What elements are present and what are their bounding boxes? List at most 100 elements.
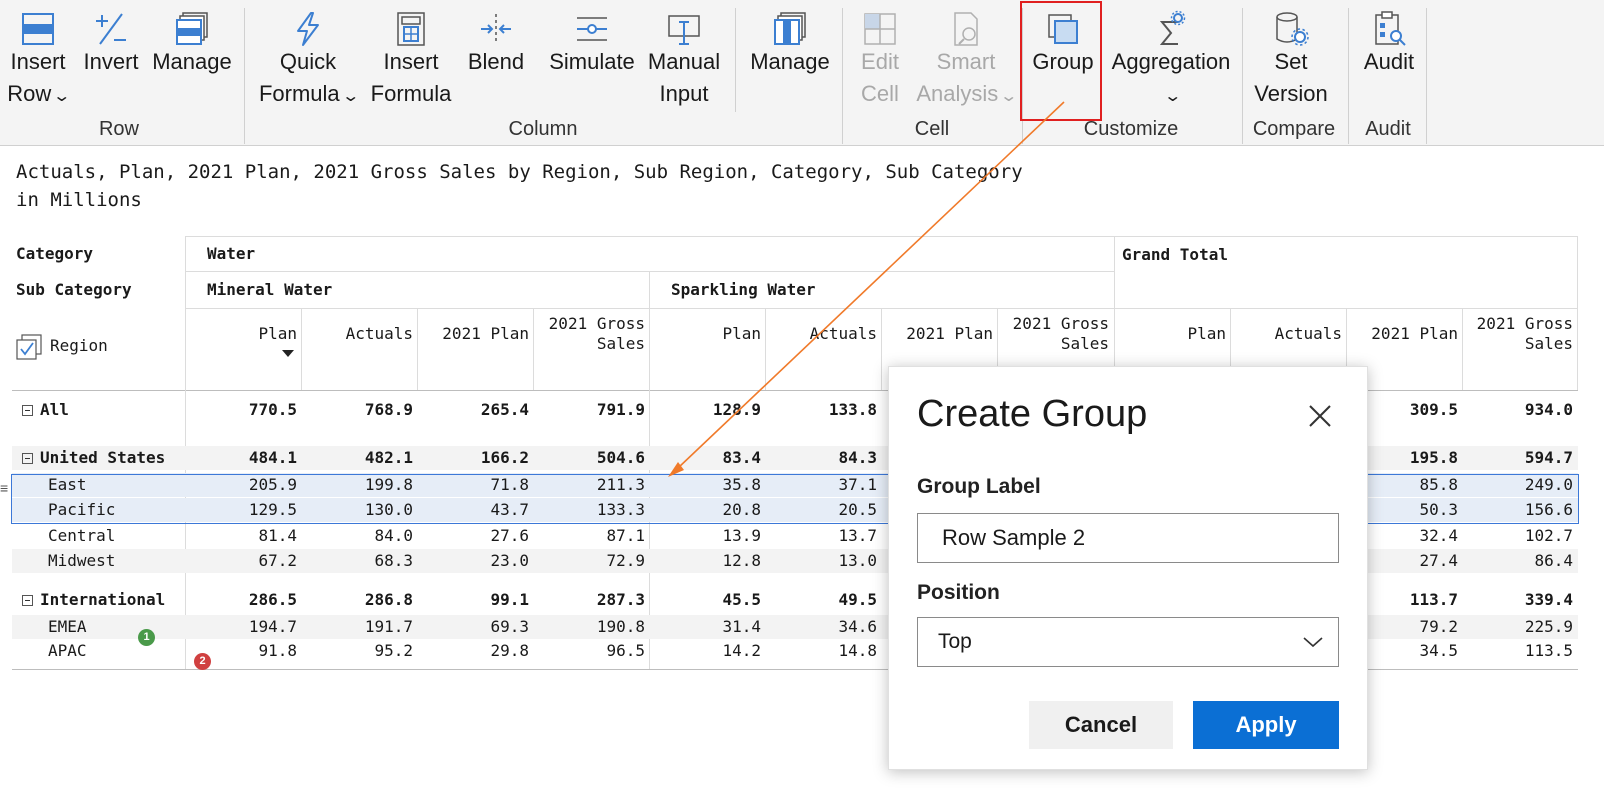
table-cell[interactable]: 128.9: [661, 398, 761, 422]
table-cell[interactable]: 195.8: [1358, 446, 1458, 470]
table-cell[interactable]: 13.0: [777, 549, 877, 573]
table-cell[interactable]: 34.5: [1358, 639, 1458, 663]
table-cell[interactable]: 113.7: [1358, 588, 1458, 612]
table-cell[interactable]: 166.2: [429, 446, 529, 470]
collapse-icon[interactable]: [22, 405, 33, 416]
comment-badge-red[interactable]: 2: [194, 653, 211, 670]
table-cell[interactable]: 32.4: [1358, 524, 1458, 548]
measure-header-2021-plan[interactable]: 2021 Plan: [883, 324, 993, 364]
collapse-icon[interactable]: [22, 453, 33, 464]
table-cell[interactable]: 14.8: [777, 639, 877, 663]
grand-total-header[interactable]: Grand Total: [1122, 245, 1228, 264]
set-version-button[interactable]: Set Version: [1250, 0, 1332, 118]
table-cell[interactable]: 190.8: [545, 615, 645, 639]
category-water-header[interactable]: Water: [207, 244, 255, 263]
insert-formula-button[interactable]: Insert Formula: [368, 0, 454, 118]
table-cell[interactable]: 286.5: [197, 588, 297, 612]
table-cell[interactable]: 83.4: [661, 446, 761, 470]
invert-button[interactable]: Invert: [78, 0, 144, 118]
table-cell[interactable]: 81.4: [197, 524, 297, 548]
table-cell[interactable]: 225.9: [1473, 615, 1573, 639]
measure-header-actuals[interactable]: Actuals: [1232, 324, 1342, 364]
table-cell[interactable]: 286.8: [313, 588, 413, 612]
table-cell[interactable]: 84.3: [777, 446, 877, 470]
cancel-button[interactable]: Cancel: [1029, 701, 1173, 749]
table-cell[interactable]: 14.2: [661, 639, 761, 663]
measure-header-2021-plan[interactable]: 2021 Plan: [1348, 324, 1458, 364]
aggregation-button[interactable]: Aggregation ⌄: [1108, 0, 1234, 118]
table-cell[interactable]: 504.6: [545, 446, 645, 470]
table-cell[interactable]: 91.8: [197, 639, 297, 663]
table-cell[interactable]: 27.4: [1358, 549, 1458, 573]
measure-header-2021-gross-sales[interactable]: 2021 Gross Sales: [1463, 314, 1573, 354]
manage-columns-button[interactable]: Manage: [746, 0, 834, 118]
table-cell[interactable]: 287.3: [545, 588, 645, 612]
table-cell[interactable]: 194.7: [197, 615, 297, 639]
table-cell[interactable]: 113.5: [1473, 639, 1573, 663]
table-cell[interactable]: 27.6: [429, 524, 529, 548]
measure-header-actuals[interactable]: Actuals: [767, 324, 877, 364]
row-drag-handle-icon[interactable]: ≡: [0, 480, 8, 496]
measure-header-2021-gross-sales[interactable]: 2021 Gross Sales: [535, 314, 645, 354]
table-cell[interactable]: 265.4: [429, 398, 529, 422]
table-cell[interactable]: 102.7: [1473, 524, 1573, 548]
table-cell[interactable]: 29.8: [429, 639, 529, 663]
measure-header-2021-plan[interactable]: 2021 Plan: [419, 324, 529, 364]
table-cell[interactable]: 23.0: [429, 549, 529, 573]
table-cell[interactable]: 482.1: [313, 446, 413, 470]
manual-input-button[interactable]: Manual Input: [646, 0, 722, 118]
chevron-down-icon: ⌄: [1163, 88, 1183, 105]
table-cell[interactable]: 87.1: [545, 524, 645, 548]
table-cell[interactable]: 594.7: [1473, 446, 1573, 470]
table-cell[interactable]: 768.9: [313, 398, 413, 422]
sub-mineral-water-header[interactable]: Mineral Water: [207, 280, 332, 299]
table-cell[interactable]: 84.0: [313, 524, 413, 548]
table-cell[interactable]: 191.7: [313, 615, 413, 639]
simulate-button[interactable]: Simulate: [548, 0, 636, 118]
table-cell[interactable]: 86.4: [1473, 549, 1573, 573]
table-cell[interactable]: 13.9: [661, 524, 761, 548]
sort-descending-icon[interactable]: [282, 350, 294, 357]
table-cell[interactable]: 934.0: [1473, 398, 1573, 422]
blend-button[interactable]: Blend: [462, 0, 530, 118]
table-cell[interactable]: 99.1: [429, 588, 529, 612]
group-label-input[interactable]: Row Sample 2: [917, 513, 1339, 563]
table-cell[interactable]: 13.7: [777, 524, 877, 548]
insert-row-button[interactable]: Insert Row⌄: [6, 0, 71, 118]
table-cell[interactable]: 79.2: [1358, 615, 1458, 639]
table-cell[interactable]: 309.5: [1358, 398, 1458, 422]
table-cell[interactable]: 133.8: [777, 398, 877, 422]
measure-header-plan[interactable]: Plan: [651, 324, 761, 364]
table-cell[interactable]: 49.5: [777, 588, 877, 612]
edit-cell-button[interactable]: Edit Cell: [850, 0, 910, 118]
table-cell[interactable]: 31.4: [661, 615, 761, 639]
measure-header-plan[interactable]: Plan: [187, 324, 297, 364]
manage-rows-button[interactable]: Manage: [148, 0, 236, 118]
table-cell[interactable]: 72.9: [545, 549, 645, 573]
measure-header-plan[interactable]: Plan: [1116, 324, 1226, 364]
table-cell[interactable]: 68.3: [313, 549, 413, 573]
table-cell[interactable]: 95.2: [313, 639, 413, 663]
position-select[interactable]: Top: [917, 617, 1339, 667]
table-cell[interactable]: 12.8: [661, 549, 761, 573]
table-cell[interactable]: 96.5: [545, 639, 645, 663]
sub-sparkling-water-header[interactable]: Sparkling Water: [671, 280, 816, 299]
table-cell[interactable]: 69.3: [429, 615, 529, 639]
collapse-icon[interactable]: [22, 595, 33, 606]
table-cell[interactable]: 339.4: [1473, 588, 1573, 612]
measure-header-actuals[interactable]: Actuals: [303, 324, 413, 364]
close-icon[interactable]: [1307, 403, 1333, 429]
quick-formula-button[interactable]: Quick Formula⌄: [256, 0, 360, 118]
table-cell[interactable]: 34.6: [777, 615, 877, 639]
table-cell[interactable]: 791.9: [545, 398, 645, 422]
table-cell[interactable]: 67.2: [197, 549, 297, 573]
apply-button[interactable]: Apply: [1193, 701, 1339, 749]
table-cell[interactable]: 770.5: [197, 398, 297, 422]
measure-header-2021-gross-sales[interactable]: 2021 Gross Sales: [999, 314, 1109, 354]
smart-analysis-button[interactable]: Smart Analysis⌄: [910, 0, 1022, 118]
comment-badge-green[interactable]: 1: [138, 629, 155, 646]
group-separator: [244, 8, 245, 144]
table-cell[interactable]: 484.1: [197, 446, 297, 470]
table-cell[interactable]: 45.5: [661, 588, 761, 612]
audit-button[interactable]: Audit: [1354, 0, 1424, 118]
